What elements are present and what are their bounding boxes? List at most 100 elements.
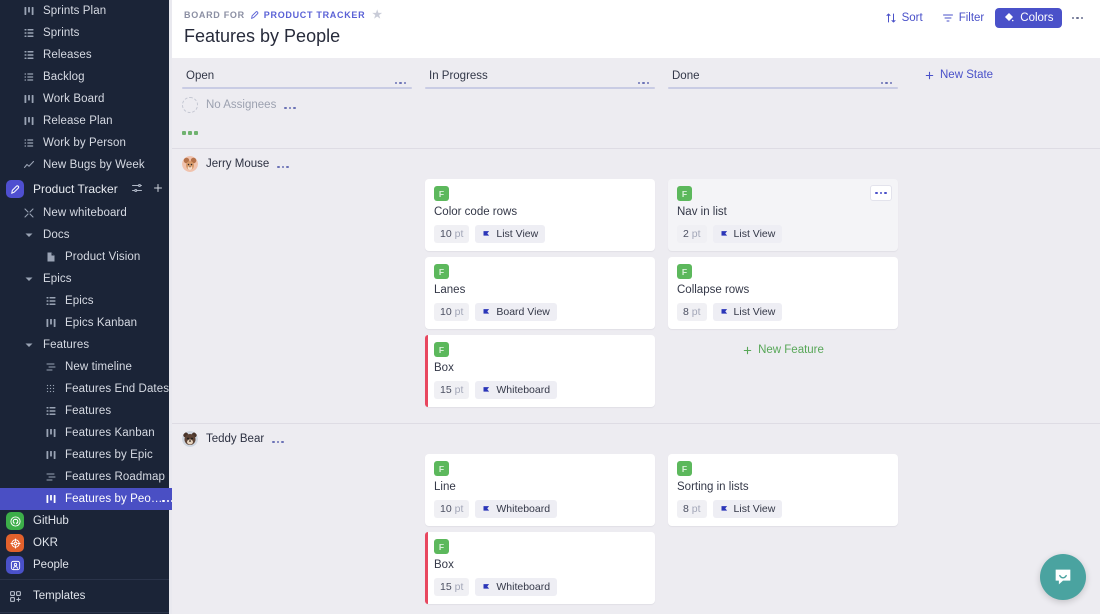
sidebar-item-features[interactable]: Features <box>0 400 172 422</box>
card-color-stripe <box>425 532 428 604</box>
sidebar-item-epics[interactable]: Epics <box>0 268 172 290</box>
card-view-tag[interactable]: List View <box>475 225 545 243</box>
board-column-header: Done <box>668 70 898 89</box>
sidebar-item-features-end-dates[interactable]: Features End Dates <box>0 378 172 400</box>
column-menu-button[interactable] <box>638 71 650 89</box>
sidebar-item-new-whiteboard[interactable]: New whiteboard <box>0 202 172 224</box>
feature-card[interactable]: FBox15 ptWhiteboard <box>425 335 655 407</box>
grid-icon <box>22 49 35 62</box>
sidebar-app-github[interactable]: GitHub <box>0 510 172 532</box>
kanban-icon <box>44 493 57 506</box>
colors-button[interactable]: Colors <box>995 8 1061 28</box>
feature-card[interactable]: FCollapse rows8 ptList View <box>668 257 898 329</box>
points-value: 10 <box>440 306 452 318</box>
sidebar-item-releases[interactable]: Releases <box>0 44 172 66</box>
sidebar-item-backlog[interactable]: Backlog <box>0 66 172 88</box>
filter-button[interactable]: Filter <box>934 8 993 28</box>
board-column-headers: OpenIn ProgressDoneNew State <box>172 58 1100 90</box>
sidebar-item-features-by-epic[interactable]: Features by Epic <box>0 444 172 466</box>
sidebar-app-people[interactable]: People <box>0 554 172 576</box>
card-view-tag[interactable]: List View <box>713 225 783 243</box>
sidebar-item-features[interactable]: Features <box>0 334 172 356</box>
sidebar-item-label: Epics <box>43 273 72 285</box>
avatar <box>182 431 198 447</box>
sidebar-item-work-by-person[interactable]: Work by Person <box>0 132 172 154</box>
sliders-icon[interactable] <box>131 182 143 197</box>
whiteboard-icon <box>22 207 35 220</box>
points-unit: pt <box>455 503 464 515</box>
sidebar-divider <box>0 579 172 580</box>
card-view-tag[interactable]: Board View <box>475 303 557 321</box>
sidebar-app-okr[interactable]: OKR <box>0 532 172 554</box>
ellipsis-icon[interactable] <box>162 500 172 503</box>
ellipsis-icon[interactable] <box>875 192 887 195</box>
board-swimlanes: No AssigneesJerry MouseFColor code rows1… <box>172 90 1100 614</box>
sidebar-item-epics[interactable]: Epics <box>0 290 172 312</box>
column-title: Done <box>668 70 898 82</box>
sidebar-item-docs[interactable]: Docs <box>0 224 172 246</box>
swimlane-menu-button[interactable] <box>284 96 296 114</box>
breadcrumb-project-link[interactable]: PRODUCT TRACKER <box>264 10 366 20</box>
column-menu-button[interactable] <box>881 71 893 89</box>
sort-button[interactable]: Sort <box>877 8 931 28</box>
sidebar-item-work-board[interactable]: Work Board <box>0 88 172 110</box>
flag-icon <box>482 505 491 514</box>
feature-card[interactable]: FSorting in lists8 ptList View <box>668 454 898 526</box>
feature-card[interactable]: FLanes10 ptBoard View <box>425 257 655 329</box>
star-outline-icon[interactable]: ★ <box>372 8 383 21</box>
sidebar-app-label: GitHub <box>33 515 69 527</box>
swimlane-header[interactable]: Teddy Bear <box>172 424 1100 452</box>
ellipsis-icon[interactable] <box>395 82 407 85</box>
plus-icon[interactable] <box>152 182 164 197</box>
sidebar-item-sprints[interactable]: Sprints <box>0 22 172 44</box>
jerry-mouse-avatar <box>182 156 198 172</box>
card-color-stripe <box>425 335 428 407</box>
feature-card[interactable]: FBox15 ptWhiteboard <box>425 532 655 604</box>
new-state-button[interactable]: New State <box>924 69 993 81</box>
column-title: In Progress <box>425 70 655 82</box>
sidebar-item-label: Features by Peo… <box>65 493 162 505</box>
sidebar-item-label: Docs <box>43 229 70 241</box>
card-view-tag[interactable]: List View <box>713 500 783 518</box>
column-menu-button[interactable] <box>395 71 407 89</box>
sidebar-item-epics-kanban[interactable]: Epics Kanban <box>0 312 172 334</box>
ellipsis-icon[interactable] <box>881 82 893 85</box>
sidebar-item-templates[interactable]: Templates <box>0 583 172 609</box>
chat-bubble-button[interactable] <box>1040 554 1086 600</box>
people-icon <box>6 556 24 574</box>
card-view-tag[interactable]: Whiteboard <box>475 578 557 596</box>
sidebar-project-product-tracker[interactable]: Product Tracker <box>0 176 172 202</box>
ellipsis-icon[interactable] <box>272 441 284 444</box>
sidebar-item-release-plan[interactable]: Release Plan <box>0 110 172 132</box>
ellipsis-icon[interactable] <box>277 166 289 169</box>
swimlane: Teddy BearFLine10 ptWhiteboardFBox15 ptW… <box>172 424 1100 614</box>
feature-card[interactable]: FNav in list2 ptList View <box>668 179 898 251</box>
caret-down-icon <box>22 339 35 352</box>
new-feature-button[interactable]: New Feature <box>668 335 898 365</box>
sidebar-item-product-vision[interactable]: Product Vision <box>0 246 172 268</box>
card-view-tag[interactable]: List View <box>713 303 783 321</box>
swimlane-header[interactable]: Jerry Mouse <box>172 149 1100 177</box>
swimlane-menu-button[interactable] <box>277 155 289 173</box>
sidebar-item-new-bugs-by-week[interactable]: New Bugs by Week <box>0 154 172 176</box>
card-view-tag[interactable]: Whiteboard <box>475 500 557 518</box>
feature-card[interactable]: FColor code rows10 ptList View <box>425 179 655 251</box>
sidebar-item-label: New Bugs by Week <box>43 159 145 171</box>
card-points: 10 pt <box>434 225 469 243</box>
ellipsis-icon[interactable] <box>638 82 650 85</box>
sidebar-item-new-timeline[interactable]: New timeline <box>0 356 172 378</box>
card-view-label: Whiteboard <box>496 384 550 396</box>
sidebar-item-features-by-peo-[interactable]: Features by Peo… <box>0 488 172 510</box>
swimlane-header[interactable]: No Assignees <box>172 90 1100 118</box>
swimlane-menu-button[interactable] <box>272 430 284 448</box>
feature-card[interactable]: FLine10 ptWhiteboard <box>425 454 655 526</box>
sidebar-item-sprints-plan[interactable]: Sprints Plan <box>0 0 172 22</box>
new-feature-placeholder-dots[interactable] <box>182 131 198 135</box>
ellipsis-icon[interactable] <box>284 107 296 110</box>
sidebar-item-features-roadmap[interactable]: Features Roadmap <box>0 466 172 488</box>
header-more-button[interactable] <box>1065 13 1091 24</box>
card-view-tag[interactable]: Whiteboard <box>475 381 557 399</box>
card-menu-button[interactable] <box>870 185 892 201</box>
sidebar-item-features-kanban[interactable]: Features Kanban <box>0 422 172 444</box>
paint-icon <box>1003 12 1015 24</box>
